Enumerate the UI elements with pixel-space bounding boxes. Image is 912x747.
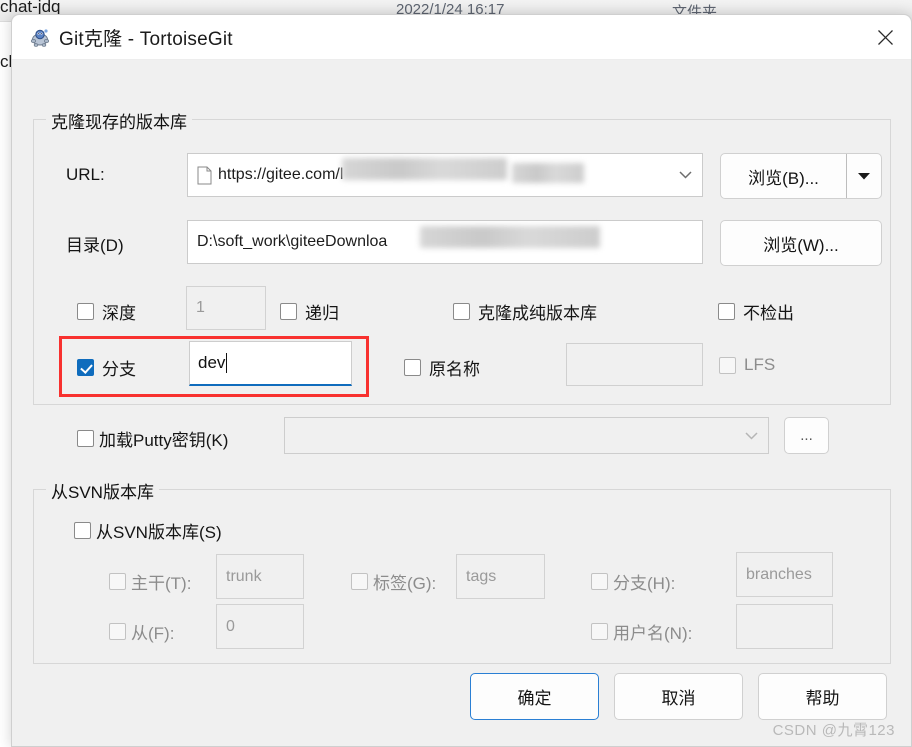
load-putty-key-checkbox[interactable]: 加载Putty密钥(K) [77,426,228,451]
url-value: https://gitee.com/l [218,166,344,183]
svn-from-label: 从(F): [131,624,175,643]
branch-checkbox[interactable]: 分支 [77,355,136,380]
svn-branch-checkbox-box [591,573,608,590]
svn-from-checkbox: 从(F): [109,619,174,644]
directory-redaction [420,226,600,248]
clone-group-legend: 克隆现存的版本库 [46,108,192,133]
lfs-checkbox-box [719,356,736,374]
svn-tags-input: tags [456,554,545,599]
no-checkout-checkbox-box[interactable] [718,303,735,320]
recursive-checkbox-box[interactable] [280,303,297,320]
depth-label: 深度 [102,304,136,323]
triangle-down-icon[interactable] [847,154,881,198]
recursive-checkbox[interactable]: 递归 [280,299,339,324]
svn-branch-label: 分支(H): [613,574,676,593]
url-redaction [342,158,507,180]
svn-branch-input: branches [736,552,833,597]
recursive-label: 递归 [305,304,339,323]
lfs-checkbox: LFS [719,355,775,375]
load-putty-key-checkbox-box[interactable] [77,430,94,447]
document-icon [197,166,212,185]
directory-value: D:\soft_work\giteeDownloa [197,233,388,250]
url-redaction-2 [512,163,584,183]
svn-tags-checkbox-box [351,573,368,590]
browse-url-split-button[interactable]: 浏览(B)... [720,153,882,199]
svn-from-input: 0 [216,604,304,649]
directory-label: 目录(D) [66,236,124,255]
svn-tags-value: tags [466,567,497,585]
cancel-button[interactable]: 取消 [614,673,743,720]
origin-name-checkbox-box[interactable] [404,359,421,376]
chevron-down-icon[interactable] [679,166,692,184]
depth-checkbox[interactable]: 深度 [77,299,136,324]
no-checkout-checkbox[interactable]: 不检出 [718,299,794,324]
from-svn-label: 从SVN版本库(S) [96,523,222,542]
depth-value: 1 [196,299,205,316]
from-svn-checkbox[interactable]: 从SVN版本库(S) [74,518,222,543]
ok-button[interactable]: 确定 [470,673,599,720]
load-putty-key-label: 加载Putty密钥(K) [99,431,229,450]
svn-branch-value: branches [746,565,812,583]
svn-tags-label: 标签(G): [373,574,437,593]
branch-input[interactable]: dev [189,341,352,386]
text-caret [226,353,228,373]
svn-trunk-checkbox: 主干(T): [109,569,191,594]
svn-from-value: 0 [226,617,235,635]
origin-name-checkbox[interactable]: 原名称 [404,355,480,380]
url-label: URL: [66,165,105,184]
svn-username-input [736,604,833,649]
branch-value: dev [198,353,226,372]
svn-from-checkbox-box [109,623,126,640]
dialog-titlebar: Git克隆 - TortoiseGit [12,15,911,60]
tortoisegit-turtle-icon [29,27,51,49]
close-icon[interactable] [859,15,911,60]
svn-tags-checkbox: 标签(G): [351,569,436,594]
depth-input: 1 [186,286,266,330]
depth-checkbox-box[interactable] [77,303,94,320]
svn-username-checkbox-box [591,623,608,640]
svn-group-legend: 从SVN版本库 [46,478,159,503]
svn-trunk-value: trunk [226,567,262,585]
browse-url-button-label[interactable]: 浏览(B)... [721,154,847,198]
git-clone-dialog: Git克隆 - TortoiseGit 克隆现存的版本库 URL: https:… [11,14,912,747]
csdn-watermark: CSDN @九霄123 [772,722,895,739]
bare-clone-checkbox[interactable]: 克隆成纯版本库 [453,299,597,324]
svn-trunk-checkbox-box [109,573,126,590]
bare-clone-label: 克隆成纯版本库 [478,304,597,323]
browse-directory-button[interactable]: 浏览(W)... [720,220,882,266]
svn-branch-checkbox: 分支(H): [591,569,675,594]
lfs-label: LFS [744,355,776,374]
branch-label: 分支 [102,360,136,379]
bare-clone-checkbox-box[interactable] [453,303,470,320]
branch-checkbox-box[interactable] [77,359,94,376]
origin-name-label: 原名称 [429,360,480,379]
chevron-down-icon [745,427,758,445]
help-button[interactable]: 帮助 [758,673,887,720]
origin-name-input [566,343,703,386]
svn-username-label: 用户名(N): [613,624,693,643]
from-svn-checkbox-box[interactable] [74,522,91,539]
svn-trunk-input: trunk [216,554,304,599]
putty-key-combobox [284,417,769,454]
svn-trunk-label: 主干(T): [131,574,192,593]
putty-key-browse-button: ... [784,417,829,454]
dialog-title: Git克隆 - TortoiseGit [59,29,233,50]
svn-username-checkbox: 用户名(N): [591,619,692,644]
no-checkout-label: 不检出 [743,304,794,323]
